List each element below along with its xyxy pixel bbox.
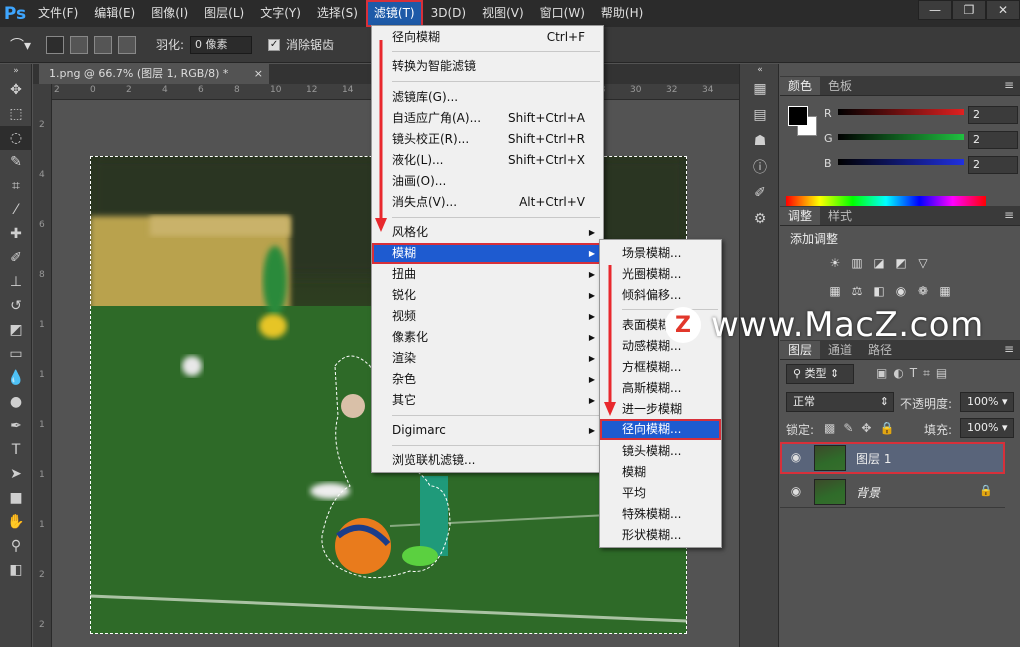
- watermark-text: www.MacZ.com: [711, 305, 984, 345]
- arrow-head-1: [375, 218, 387, 232]
- watermark: Z www.MacZ.com: [665, 305, 984, 345]
- watermark-logo: Z: [665, 307, 701, 343]
- arrow-head-2: [604, 402, 616, 416]
